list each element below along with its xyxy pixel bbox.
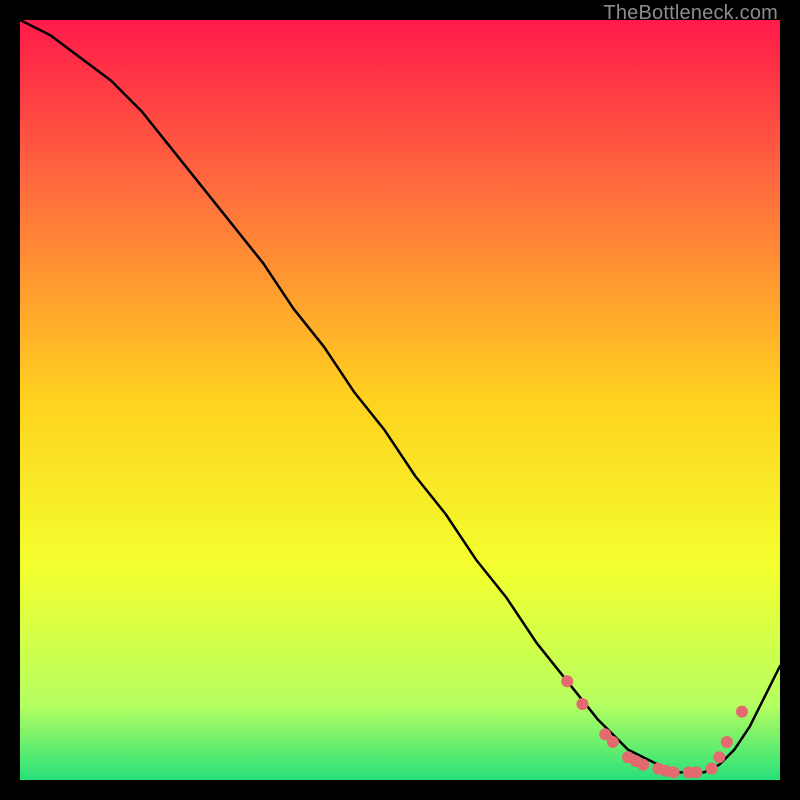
bottleneck-chart xyxy=(20,20,780,780)
gradient-background xyxy=(20,20,780,780)
curve-marker xyxy=(690,766,702,778)
curve-marker xyxy=(561,675,573,687)
curve-marker xyxy=(736,706,748,718)
chart-frame: TheBottleneck.com xyxy=(0,0,800,800)
curve-marker xyxy=(721,736,733,748)
plot-area xyxy=(20,20,780,780)
curve-marker xyxy=(576,698,588,710)
curve-marker xyxy=(706,763,718,775)
curve-marker xyxy=(607,736,619,748)
curve-marker xyxy=(637,759,649,771)
curve-marker xyxy=(668,766,680,778)
curve-marker xyxy=(713,751,725,763)
